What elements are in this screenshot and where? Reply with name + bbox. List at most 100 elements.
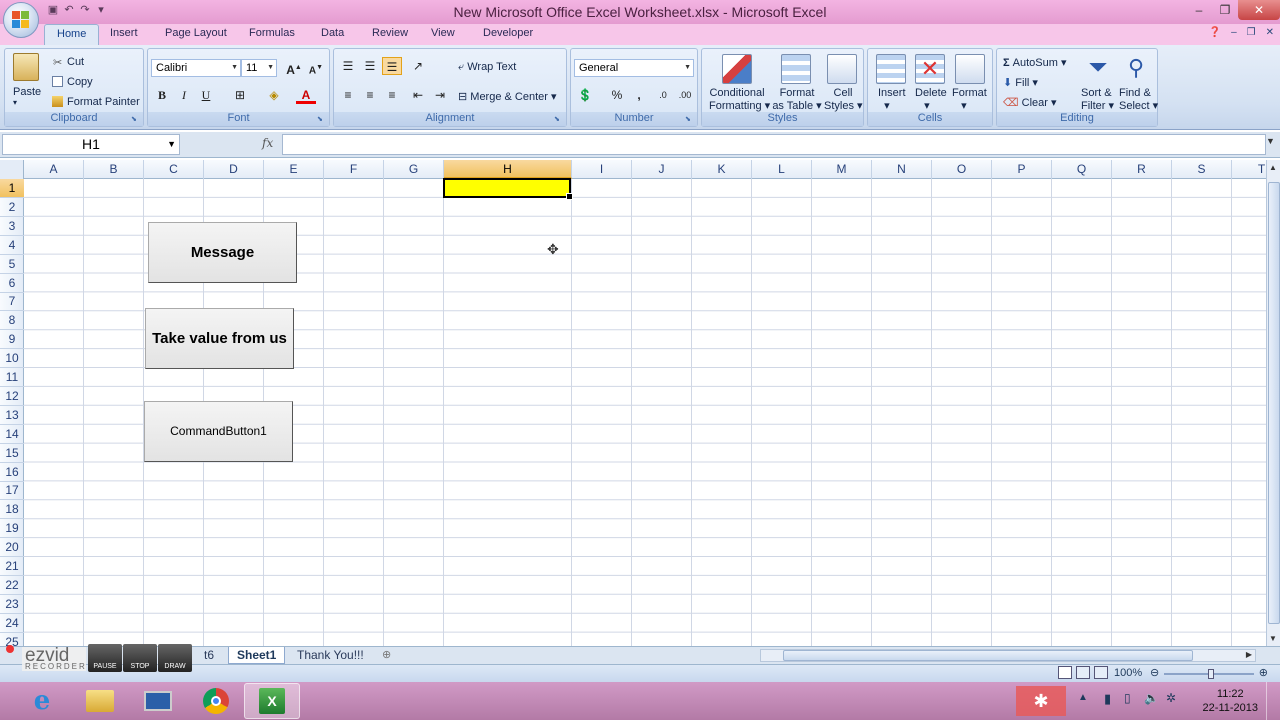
tab-review[interactable]: Review [372,27,408,39]
row-header-18[interactable]: 18 [0,500,24,520]
column-header-n[interactable]: N [872,160,932,179]
clipboard-launcher-icon[interactable]: ⬊ [131,115,140,124]
horizontal-scroll-thumb[interactable] [783,650,1193,661]
scroll-down-icon[interactable]: ▼ [1269,634,1277,643]
bluetooth-icon[interactable]: ✲ [1166,691,1176,705]
excel-taskbar-icon[interactable]: X [244,683,300,719]
row-header-19[interactable]: 19 [0,519,24,539]
tab-page-layout[interactable]: Page Layout [165,27,227,39]
row-header-13[interactable]: 13 [0,406,24,425]
recorder-pause-button[interactable]: PAUSE [88,644,122,672]
sheet-tab-partial[interactable]: t6 [196,647,222,664]
cut-button[interactable]: Cut [67,56,84,68]
message-button[interactable]: Message [148,222,297,283]
column-header-c[interactable]: C [144,160,204,179]
column-header-e[interactable]: E [264,160,324,179]
italic-button[interactable]: I [174,86,194,104]
percent-style-button[interactable]: % [607,86,627,104]
paste-dropdown-icon[interactable]: ▾ [13,98,17,107]
number-launcher-icon[interactable]: ⬊ [685,115,694,124]
underline-button[interactable]: U [196,86,216,104]
ribbon-minimize-icon[interactable]: – [1231,27,1237,38]
paste-button[interactable]: Paste [13,86,41,98]
align-top-icon[interactable]: ☰ [338,57,358,75]
column-header-j[interactable]: J [632,160,692,179]
row-header-17[interactable]: 17 [0,481,24,501]
column-header-k[interactable]: K [692,160,752,179]
increase-indent-icon[interactable]: ⇥ [430,86,450,104]
selected-cell-h1[interactable] [443,178,573,200]
cell-styles-button[interactable]: Cell Styles ▾ [824,87,863,112]
align-bottom-icon[interactable]: ☰ [382,57,402,75]
recorder-stop-button[interactable]: STOP [123,644,157,672]
row-header-5[interactable]: 5 [0,255,24,274]
font-size-select[interactable]: 11 ▼ [241,59,277,77]
row-header-6[interactable]: 6 [0,274,24,293]
chrome-icon[interactable] [188,683,244,719]
sheet-tab-sheet1[interactable]: Sheet1 [228,647,286,664]
decrease-decimal-icon[interactable]: .00 [675,86,695,104]
show-desktop-button[interactable] [1266,682,1280,720]
align-middle-icon[interactable]: ☰ [360,57,380,75]
row-header-14[interactable]: 14 [0,425,24,444]
column-header-d[interactable]: D [204,160,264,179]
select-all-corner[interactable] [0,160,24,179]
row-header-7[interactable]: 7 [0,292,24,312]
clear-button[interactable]: ⌫ Clear ▾ [1003,96,1057,109]
office-button[interactable] [3,2,39,38]
tab-home[interactable]: Home [44,24,100,46]
page-break-view-icon[interactable] [1094,666,1108,679]
minimize-button[interactable]: – [1186,0,1212,20]
column-header-h[interactable]: H [444,160,572,179]
sort-filter-button[interactable]: Sort & Filter ▾ [1081,87,1114,112]
column-header-o[interactable]: O [932,160,992,179]
sheet-tab-thank-you[interactable]: Thank You!!! [289,647,372,664]
decrease-indent-icon[interactable]: ⇤ [408,86,428,104]
tab-data[interactable]: Data [321,27,344,39]
take-value-button[interactable]: Take value from us [145,308,294,369]
wrap-text-button[interactable]: ⤶ Wrap Text [458,61,516,74]
command-button-1[interactable]: CommandButton1 [144,401,293,462]
vertical-scrollbar[interactable]: ▲ ▼ [1266,160,1280,646]
show-hidden-icons[interactable]: ▲ [1078,692,1088,703]
copy-button[interactable]: Copy [67,76,93,88]
row-header-8[interactable]: 8 [0,311,24,331]
tab-formulas[interactable]: Formulas [249,27,295,39]
row-header-16[interactable]: 16 [0,463,24,482]
bold-button[interactable]: B [152,86,172,104]
zoom-out-icon[interactable]: ⊖ [1150,666,1159,679]
font-name-select[interactable]: Calibri ▼ [151,59,241,77]
close-button[interactable]: ✕ [1238,0,1280,20]
conditional-formatting-button[interactable]: Conditional Formatting ▾ [709,87,770,112]
tab-view[interactable]: View [431,27,455,39]
page-layout-view-icon[interactable] [1076,666,1090,679]
row-header-24[interactable]: 24 [0,614,24,633]
column-header-f[interactable]: F [324,160,384,179]
find-select-button[interactable]: Find & Select ▾ [1119,87,1158,112]
align-left-icon[interactable]: ≡ [338,86,358,104]
scroll-up-icon[interactable]: ▲ [1269,163,1277,172]
merge-center-button[interactable]: ⊟ Merge & Center ▾ [458,90,557,103]
accounting-format-icon[interactable]: 💲 [575,86,595,104]
zoom-level[interactable]: 100% [1114,667,1142,679]
battery-icon[interactable]: ▮ [1104,691,1111,707]
insert-function-button[interactable]: fx [262,136,273,150]
ribbon-close-icon[interactable]: ✕ [1266,27,1274,38]
paste-icon[interactable] [13,53,39,81]
font-color-icon[interactable]: A [296,86,316,104]
align-right-icon[interactable]: ≡ [382,86,402,104]
formula-input[interactable] [282,134,1266,155]
name-box[interactable]: H1 ▼ [2,134,180,155]
restore-button[interactable]: ❐ [1212,0,1238,20]
column-header-r[interactable]: R [1112,160,1172,179]
comma-style-button[interactable]: , [629,86,649,104]
tab-developer[interactable]: Developer [483,27,533,39]
column-header-s[interactable]: S [1172,160,1232,179]
column-header-b[interactable]: B [84,160,144,179]
format-as-table-button[interactable]: Format as Table ▾ [772,87,822,112]
insert-cells-button[interactable]: Insert ▾ [878,87,906,112]
column-header-l[interactable]: L [752,160,812,179]
fill-color-icon[interactable]: ◈ [264,86,284,104]
autosum-button[interactable]: Σ AutoSum ▾ [1003,56,1067,69]
format-painter-button[interactable]: Format Painter [67,96,140,108]
